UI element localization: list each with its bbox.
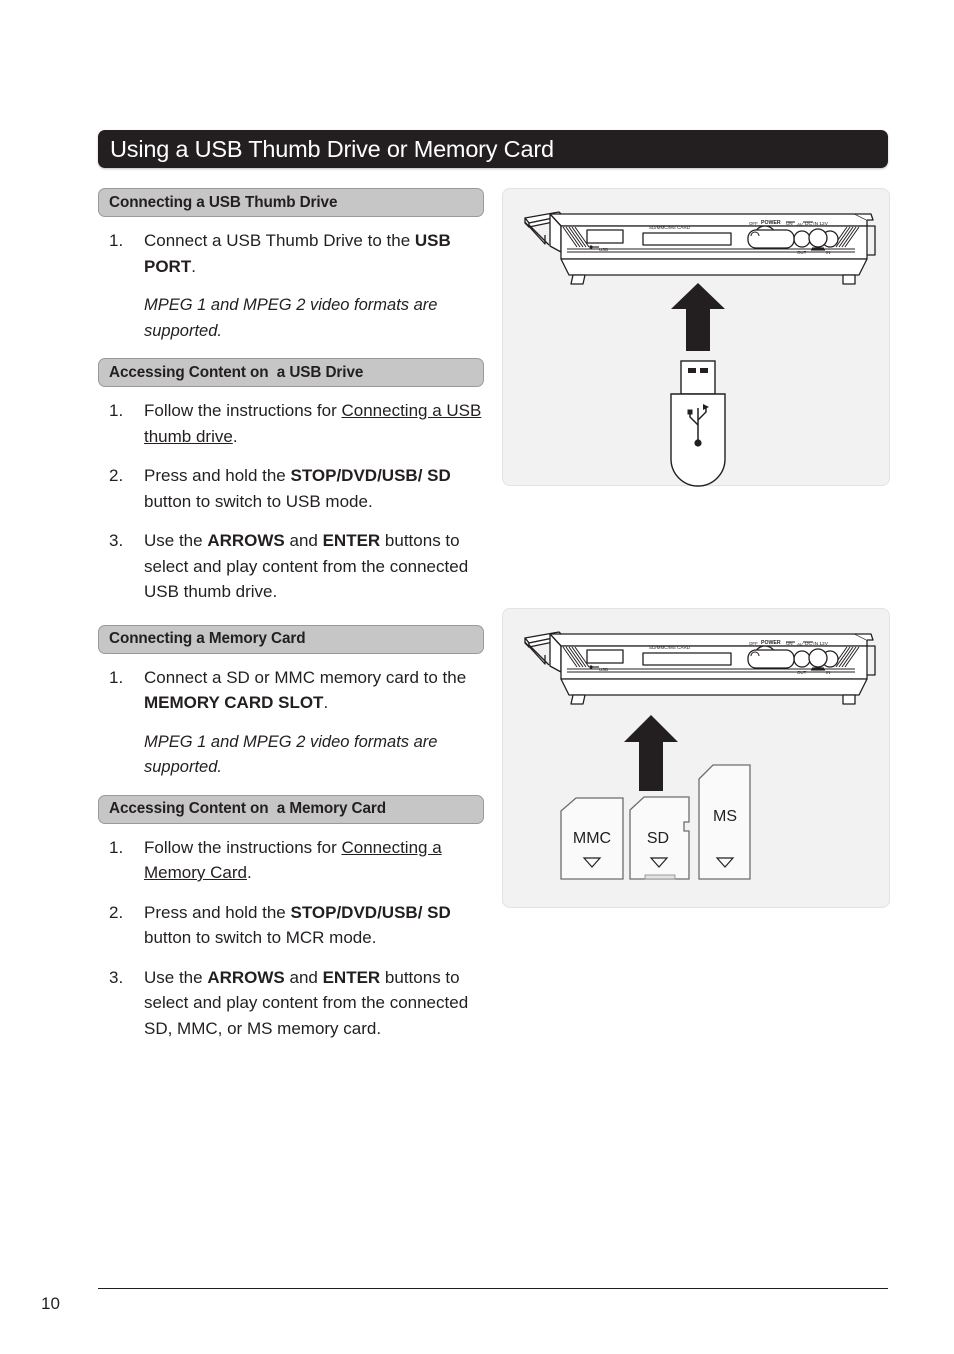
label-av-out: OUT: [797, 670, 807, 675]
section-header-label: Connecting a Memory Card: [109, 630, 306, 647]
label-av-in: IN: [826, 670, 830, 675]
label-card-slot: SD/MMC/MS CARD: [649, 225, 691, 230]
label-power-off: OFF: [749, 221, 758, 226]
label-power-off: OFF: [749, 641, 758, 646]
usb-insertion-panel: USB SD/MMC/MS CARD AV OUT IN OFF POWER O…: [502, 188, 890, 487]
list-item: 3. Use the ARROWS and ENTER buttons to s…: [98, 528, 486, 605]
step-text: Press and hold the STOP/DVD/USB/ SD butt…: [144, 466, 451, 511]
dc-in-jack-icon: [808, 228, 828, 248]
step-text: Connect a USB Thumb Drive to the USB POR…: [144, 231, 451, 276]
manual-page: Using a USB Thumb Drive or Memory Card C…: [0, 0, 954, 1354]
section-header-accessing-card: Accessing Content on a Memory Card: [98, 794, 484, 824]
insertion-arrow-icon: [671, 283, 725, 351]
footer-divider: [98, 1288, 888, 1289]
section-header-connecting-usb: Connecting a USB Thumb Drive: [98, 188, 484, 217]
page-title: Using a USB Thumb Drive or Memory Card: [110, 135, 554, 162]
step-number: 1.: [109, 401, 124, 420]
step-text: Follow the instructions for Connecting a…: [144, 401, 482, 446]
step-number: 3.: [109, 967, 124, 987]
label-av: AV: [797, 642, 804, 647]
step-text: Use the ARROWS and ENTER buttons to sele…: [144, 531, 469, 601]
list-item: 1. Connect a SD or MMC memory card to th…: [98, 665, 486, 716]
ms-card-label: MS: [713, 808, 737, 825]
mmc-card-icon: MMC: [560, 797, 624, 880]
label-power: POWER: [761, 640, 781, 646]
label-power: POWER: [761, 220, 781, 226]
power-switch-icon: [747, 229, 795, 249]
note-text: MPEG 1 and MPEG 2 video formats are supp…: [144, 732, 438, 777]
usb-thumb-drive-icon: [670, 360, 726, 487]
page-number: 10: [41, 1294, 60, 1313]
illustrations-column: USB SD/MMC/MS CARD AV OUT IN OFF POWER O…: [502, 188, 890, 908]
list-item: 1. Follow the instructions for Connectin…: [98, 398, 486, 449]
instructions-column: Connecting a USB Thumb Drive 1. Connect …: [98, 188, 486, 1055]
page-title-bar: Using a USB Thumb Drive or Memory Card: [98, 130, 888, 168]
section-header-label: Connecting a USB Thumb Drive: [109, 193, 338, 211]
steps-accessing-usb: 1. Follow the instructions for Connectin…: [98, 398, 486, 605]
insertion-arrow-icon: [624, 715, 678, 791]
steps-connecting-card: 1. Connect a SD or MMC memory card to th…: [98, 665, 486, 716]
list-item: 3. Use the ARROWS and ENTER buttons to s…: [98, 965, 486, 1042]
step-number: 1.: [109, 231, 124, 250]
memory-card-insertion-diagram: USB SD/MMC/MS CARD AV OUT IN OFF POWER O…: [524, 631, 876, 880]
memory-card-insertion-panel: USB SD/MMC/MS CARD AV OUT IN OFF POWER O…: [502, 608, 890, 908]
step-number: 3.: [109, 531, 124, 550]
step-text: Use the ARROWS and ENTER buttons to sele…: [144, 967, 469, 1038]
mmc-card-label: MMC: [573, 830, 611, 847]
usb-thumb-drive-insertion-diagram: USB SD/MMC/MS CARD AV OUT IN OFF POWER O…: [524, 211, 876, 487]
list-item: 2. Press and hold the STOP/DVD/USB/ SD b…: [98, 463, 486, 514]
label-av-in: IN: [826, 250, 830, 255]
step-number: 2.: [109, 466, 124, 485]
step-number: 1.: [109, 837, 124, 857]
steps-connecting-usb: 1. Connect a USB Thumb Drive to the USB …: [98, 228, 486, 279]
dc-in-jack-icon: [808, 648, 828, 668]
label-card-slot: SD/MMC/MS CARD: [649, 645, 691, 650]
list-item: 1. Connect a USB Thumb Drive to the USB …: [98, 228, 486, 279]
step-number: 1.: [109, 667, 124, 687]
label-usb: USB: [599, 247, 608, 252]
step-text: Follow the instructions for Connecting a…: [144, 837, 442, 883]
section-header-label: Accessing Content on a Memory Card: [109, 800, 386, 817]
steps-accessing-card: 1. Follow the instructions for Connectin…: [98, 835, 486, 1042]
step-text: Press and hold the STOP/DVD/USB/ SD butt…: [144, 902, 451, 948]
label-av-out: OUT: [797, 250, 807, 255]
section-header-label: Accessing Content on a USB Drive: [109, 363, 364, 381]
label-av: AV: [797, 222, 804, 227]
list-item: 2. Press and hold the STOP/DVD/USB/ SD b…: [98, 900, 486, 951]
step-number: 2.: [109, 902, 124, 922]
section-header-accessing-usb: Accessing Content on a USB Drive: [98, 358, 484, 387]
section-header-connecting-card: Connecting a Memory Card: [98, 624, 484, 654]
label-usb: USB: [599, 667, 608, 672]
ms-card-icon: MS: [698, 764, 751, 880]
sd-card-icon: SD: [629, 796, 690, 880]
power-switch-icon: [747, 649, 795, 669]
note-text: MPEG 1 and MPEG 2 video formats are supp…: [144, 296, 438, 340]
sd-card-label: SD: [647, 830, 669, 847]
list-item: 1. Follow the instructions for Connectin…: [98, 835, 486, 886]
step-text: Connect a SD or MMC memory card to the M…: [144, 667, 467, 713]
